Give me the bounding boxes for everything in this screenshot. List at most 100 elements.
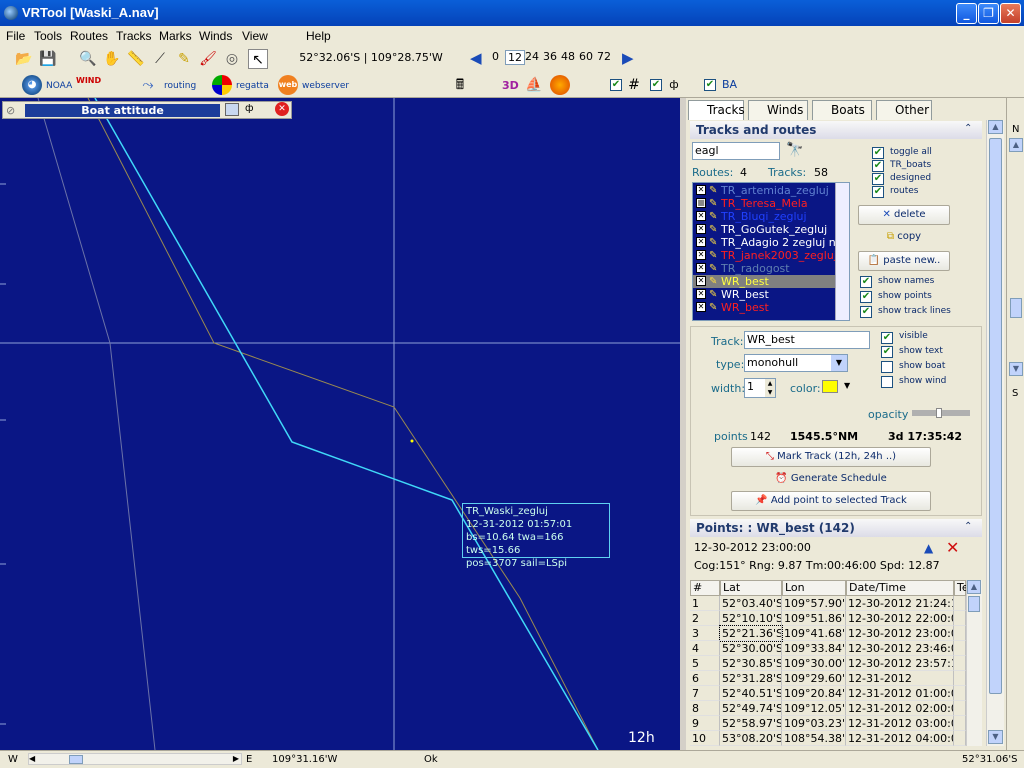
row-number[interactable]: 7	[690, 686, 720, 701]
webserver-link[interactable]: webserver	[302, 81, 349, 91]
table-cell[interactable]: 12-31-2012 04:00:00	[846, 731, 954, 746]
table-cell[interactable]: 109°20.84'W	[782, 686, 846, 701]
table-cell[interactable]: 12-30-2012 21:24:17	[846, 596, 954, 611]
list-item[interactable]: ✕ ✎ TR_GoGutek_zegluj	[693, 223, 835, 236]
panel-close-icon[interactable]: ✕	[275, 102, 289, 116]
scroll-left-icon[interactable]: ◀	[29, 754, 35, 763]
hour-0[interactable]: 0	[492, 50, 499, 63]
hour-48[interactable]: 48	[561, 50, 575, 63]
noaa-icon[interactable]: ◕	[22, 75, 42, 95]
scroll-thumb[interactable]	[968, 596, 980, 612]
table-cell[interactable]	[954, 656, 966, 671]
hour-72[interactable]: 72	[597, 50, 611, 63]
table-cell[interactable]	[954, 701, 966, 716]
show-track-lines-checkbox[interactable]: ✔	[860, 306, 872, 318]
checkbox-icon[interactable]: ✕	[696, 224, 706, 234]
row-number[interactable]: 6	[690, 671, 720, 686]
menu-tools[interactable]: Tools	[34, 29, 62, 43]
checkbox-icon[interactable]: ✕	[696, 185, 706, 195]
col-header-datetime[interactable]: Date/Time	[846, 580, 954, 596]
col-header-lat[interactable]: Lat	[720, 580, 782, 596]
pencil-icon[interactable]: ✎	[174, 49, 194, 69]
h-scroll-thumb[interactable]	[69, 755, 83, 764]
show-names-checkbox[interactable]: ✔	[860, 276, 872, 288]
list-item[interactable]: ✕ ✎ WR_best	[693, 288, 835, 301]
minimize-button[interactable]: _	[956, 3, 977, 24]
zoom-icon[interactable]: 🔍	[78, 49, 98, 69]
regatta-icon[interactable]	[212, 75, 232, 95]
width-stepper[interactable]: 1 ▲ ▼	[744, 378, 776, 398]
pointer-icon[interactable]: ↖	[248, 49, 268, 69]
tab-winds[interactable]: Winds	[748, 100, 808, 120]
table-cell[interactable]: 109°33.84'W	[782, 641, 846, 656]
list-item[interactable]: ✕ ✎ TR_janek2003_zeglujne	[693, 249, 849, 262]
list-item[interactable]: ■ ✎ TR_Teresa_Mela	[693, 197, 835, 210]
show-boat-checkbox[interactable]	[881, 361, 893, 373]
hour-12[interactable]: 12	[505, 50, 525, 65]
prev-time-icon[interactable]: ◀	[470, 49, 482, 67]
track-list[interactable]: ✕ ✎ TR_artemida_zegluj ■ ✎ TR_Teresa_Mela ✕ ✎…	[692, 182, 850, 321]
tr-boats-checkbox[interactable]: ✔	[872, 160, 884, 172]
table-cell[interactable]	[954, 731, 966, 746]
close-button[interactable]: ✕	[1000, 3, 1021, 24]
hour-60[interactable]: 60	[579, 50, 593, 63]
checkbox-icon[interactable]: ✕	[696, 302, 706, 312]
ruler-icon[interactable]: 📏	[126, 49, 146, 69]
color-dropdown-icon[interactable]: ▼	[844, 381, 850, 390]
menu-routes[interactable]: Routes	[70, 29, 108, 43]
table-cell[interactable]	[954, 686, 966, 701]
table-cell[interactable]: 12-31-2012 03:00:00	[846, 716, 954, 731]
routing-link[interactable]: routing	[164, 81, 196, 91]
pan-hand-icon[interactable]: ✋	[102, 49, 122, 69]
table-cell[interactable]: 52°21.36'S	[719, 625, 783, 642]
panel-minimize-icon[interactable]	[225, 103, 239, 116]
col-header-lon[interactable]: Lon	[782, 580, 846, 596]
firefox-icon[interactable]	[550, 75, 570, 95]
open-folder-icon[interactable]: 📂	[14, 49, 34, 69]
tab-other[interactable]: Other	[876, 100, 932, 120]
generate-schedule-button[interactable]: ⏰ Generate Schedule	[731, 470, 931, 488]
brush-icon[interactable]: 🖌	[198, 49, 218, 69]
routing-icon[interactable]: ⤳	[138, 75, 158, 95]
target-icon[interactable]: ◎	[222, 49, 242, 69]
map-scroll-up-icon[interactable]: ▲	[1009, 138, 1023, 152]
menu-tracks[interactable]: Tracks	[116, 29, 152, 43]
table-cell[interactable]: 108°54.38'W	[782, 731, 846, 746]
table-cell[interactable]: 12-31-2012 01:00:00	[846, 686, 954, 701]
list-item[interactable]: ✕ ✎ TR_Bluqi_zegluj	[693, 210, 835, 223]
col-header-te[interactable]: Te	[954, 580, 969, 596]
table-cell[interactable]: 12-30-2012 23:46:00	[846, 641, 954, 656]
measure-line-icon[interactable]: ⟋	[150, 49, 170, 69]
table-cell[interactable]: 52°49.74'S	[720, 701, 782, 716]
track-name-input[interactable]: WR_best	[744, 331, 870, 349]
designed-checkbox[interactable]: ✔	[872, 173, 884, 185]
table-scrollbar[interactable]: ▲	[966, 580, 982, 746]
color-swatch[interactable]	[822, 380, 838, 393]
move-up-icon[interactable]: ▲	[924, 541, 933, 555]
menu-marks[interactable]: Marks	[159, 29, 192, 43]
table-cell[interactable]: 12-30-2012 22:00:00	[846, 611, 954, 626]
row-number[interactable]: 10	[690, 731, 720, 746]
add-point-button[interactable]: 📌 Add point to selected Track	[731, 491, 931, 511]
table-cell[interactable]	[954, 611, 966, 626]
menu-file[interactable]: File	[6, 29, 25, 43]
track-search-input[interactable]: eagl	[692, 142, 780, 160]
row-number[interactable]: 3	[690, 626, 720, 641]
binoculars-icon[interactable]: 🔭	[786, 142, 803, 158]
checkbox-icon[interactable]: ■	[696, 198, 706, 208]
boats-checkbox[interactable]: ✔	[650, 79, 662, 91]
show-points-checkbox[interactable]: ✔	[860, 291, 872, 303]
next-time-icon[interactable]: ▶	[622, 49, 634, 67]
scroll-down-icon[interactable]: ▼	[988, 730, 1003, 744]
table-cell[interactable]: 52°40.51'S	[720, 686, 782, 701]
list-scrollbar[interactable]	[835, 183, 849, 320]
table-cell[interactable]	[954, 671, 966, 686]
regatta-link[interactable]: regatta	[236, 81, 269, 91]
row-number[interactable]: 9	[690, 716, 720, 731]
table-cell[interactable]: 109°41.68'W	[782, 626, 846, 641]
checkbox-icon[interactable]: ✕	[696, 263, 706, 273]
checkbox-icon[interactable]: ✕	[696, 276, 706, 286]
checkbox-icon[interactable]: ✕	[696, 289, 706, 299]
routes-checkbox[interactable]: ✔	[872, 186, 884, 198]
list-item[interactable]: ✕ ✎ TR_radogost	[693, 262, 835, 275]
